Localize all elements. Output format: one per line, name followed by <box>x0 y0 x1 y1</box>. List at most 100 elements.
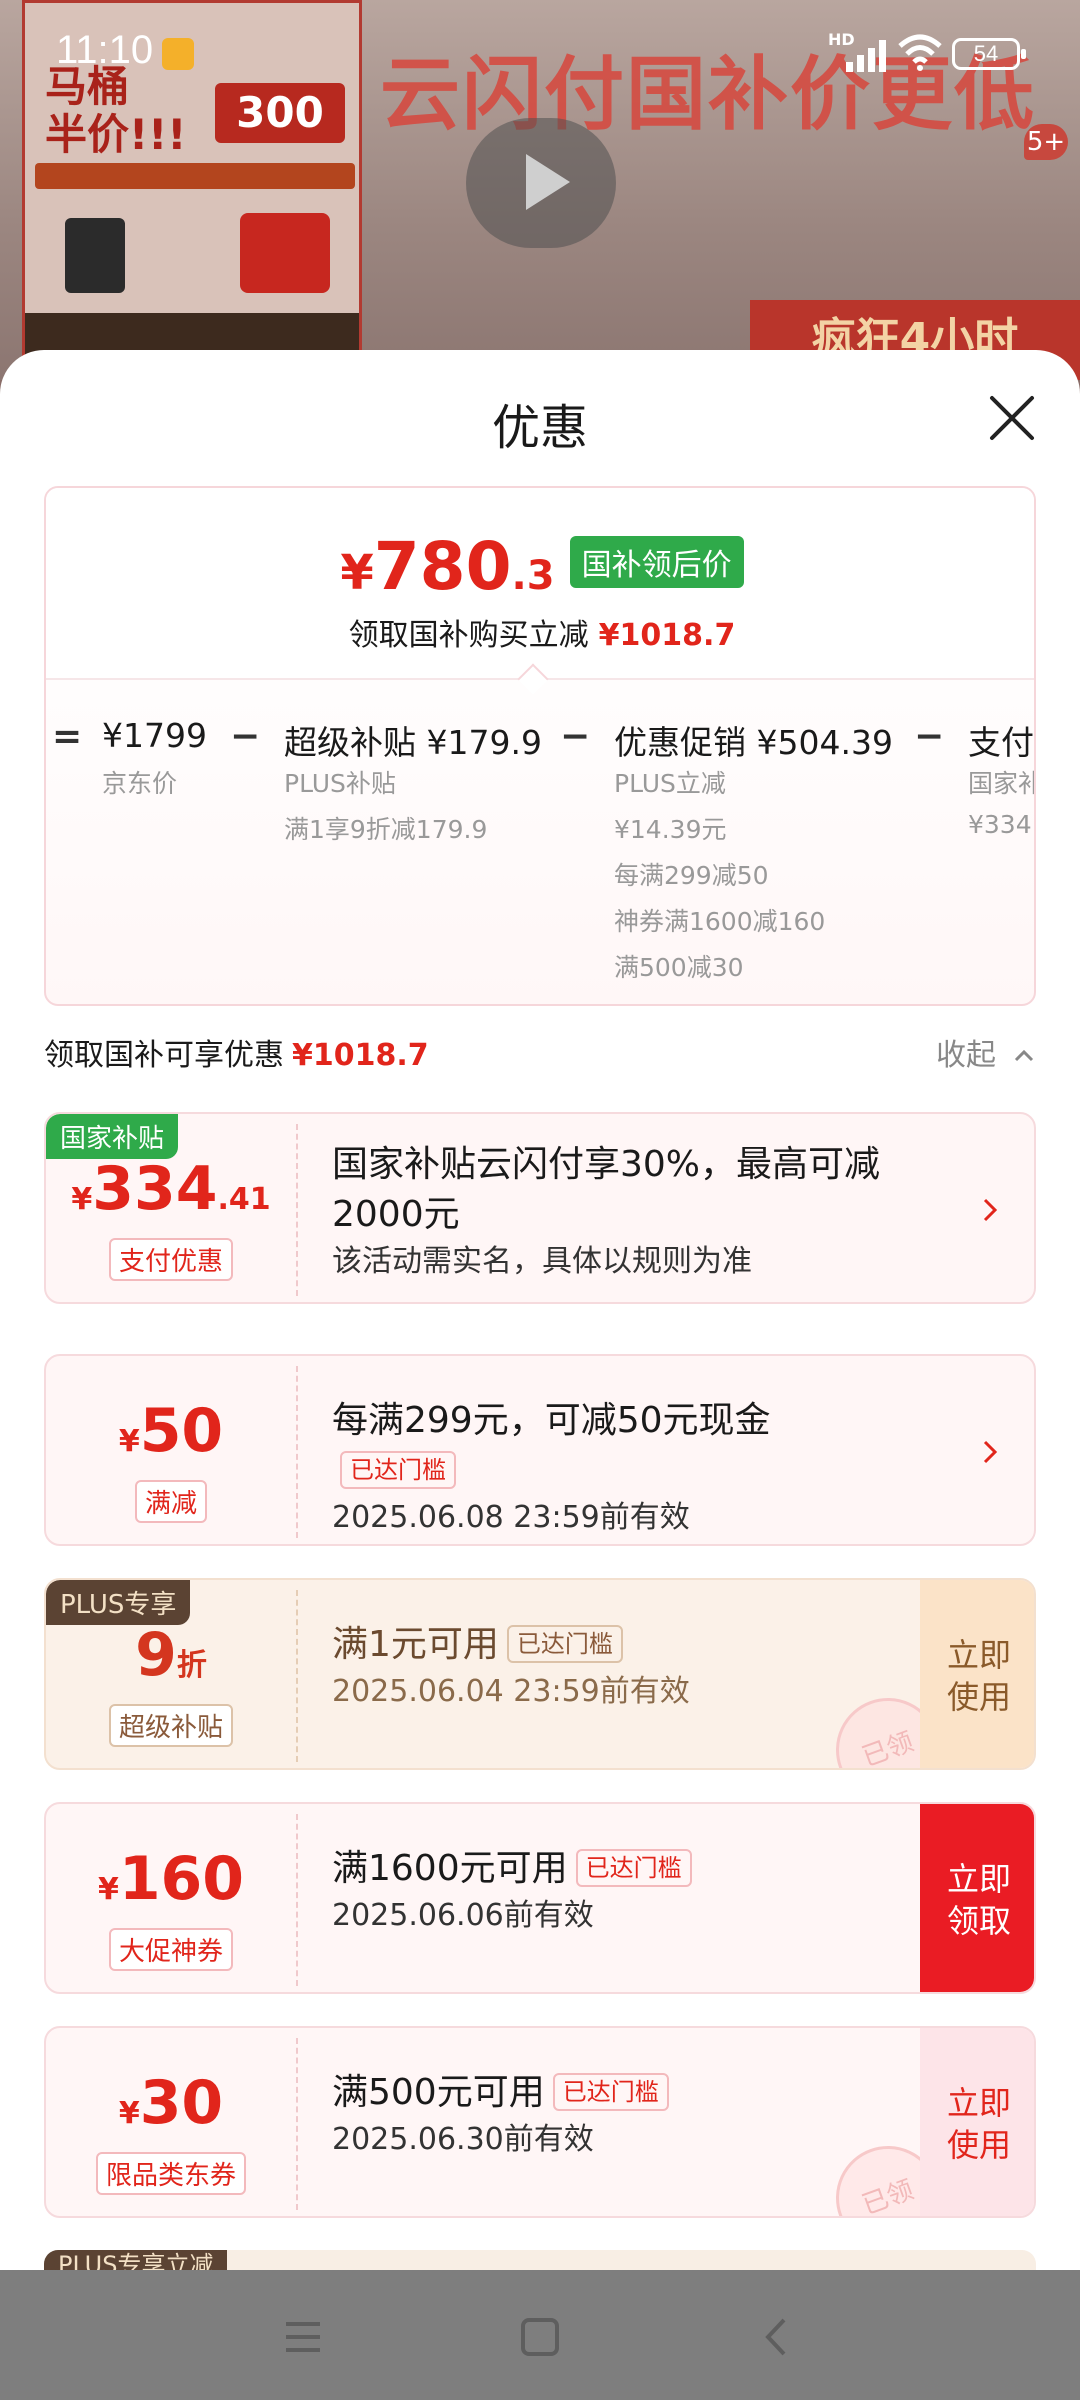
claim-now-button[interactable]: 立即领取 <box>920 1804 1034 1992</box>
discount-sheet: 优惠 ¥780.3 国补领后价 领取国补购买立减 ¥1018.7 = ¥1799 … <box>0 350 1080 2270</box>
minus-sign: − <box>560 716 591 757</box>
coupon-divider <box>296 1124 298 1296</box>
price-currency: ¥ <box>340 545 374 601</box>
promo-line: ¥14.39元 <box>614 815 727 844</box>
threshold-reached-tag: 已达门槛 <box>552 2073 669 2111</box>
coupon-title: 满1600元可用 已达门槛 <box>332 1844 892 1894</box>
coupon-validity: 2025.06.06前有效 <box>332 1898 594 1933</box>
gift-image <box>240 213 330 293</box>
use-now-button[interactable]: 立即使用 <box>920 2028 1034 2216</box>
price-breakdown[interactable]: = ¥1799 京东价 − 超级补贴 ¥179.9 PLUS补贴 满1享9折减1… <box>46 716 1036 996</box>
price-saving: 领取国补购买立减 ¥1018.7 <box>46 610 1034 654</box>
coupon-amount: 9折 <box>135 1620 207 1690</box>
coupon-validity: 2025.06.04 23:59前有效 <box>332 1674 690 1709</box>
collapse-button[interactable]: 收起 <box>936 1030 996 1074</box>
subsidy-section-title: 领取国补可享优惠 ¥1018.7 <box>44 1030 429 1074</box>
coupon-info: 国家补贴云闪付享30%，最高可减2000元 该活动需实名，具体以规则为准 <box>332 1140 892 1284</box>
coupon-mega-sale[interactable]: ¥160 大促神券 满1600元可用 已达门槛 2025.06.06前有效 立即领… <box>44 1802 1036 1994</box>
coupon-type-chip: 满减 <box>134 1480 207 1523</box>
coupon-title: 每满299元，可减50元现金已达门槛 <box>332 1396 892 1496</box>
coupon-divider <box>296 1590 298 1762</box>
saving-amount: ¥1018.7 <box>598 618 736 653</box>
coupon-divider <box>296 2038 298 2210</box>
battery-icon: 54 <box>952 38 1026 70</box>
phone-image <box>65 218 125 293</box>
coupon-title: 满1元可用 已达门槛 <box>332 1620 892 1670</box>
play-icon[interactable] <box>466 118 616 248</box>
coupon-type-chip: 支付优惠 <box>108 1238 233 1281</box>
threshold-reached-tag: 已达门槛 <box>340 1451 456 1489</box>
minus-sign: − <box>230 716 261 757</box>
signal-icon <box>846 40 886 72</box>
price-decimal: .3 <box>511 553 555 599</box>
coupon-type-chip: 超级补贴 <box>108 1704 233 1747</box>
minus-sign: − <box>914 716 945 757</box>
threshold-reached-tag: 已达门槛 <box>575 1849 692 1887</box>
coupon-type-chip: 大促神券 <box>108 1928 233 1971</box>
system-nav-bar <box>0 2270 1080 2400</box>
back-icon[interactable] <box>752 2312 802 2362</box>
coupon-info: 满1元可用 已达门槛 2025.06.04 23:59前有效 <box>332 1620 892 1714</box>
equals-sign: = <box>52 716 83 757</box>
use-now-button[interactable]: 立即使用 <box>920 1580 1034 1768</box>
coupon-value: ¥30 限品类东券 <box>46 2028 296 2216</box>
sheet-title: 优惠 <box>491 400 588 456</box>
pay-line: ¥334. <box>968 810 1036 839</box>
saving-label: 领取国补购买立减 <box>348 618 589 653</box>
coupon-validity: 2025.06.08 23:59前有效 <box>332 1500 690 1535</box>
section-label: 领取国补可享优惠 <box>44 1038 284 1073</box>
pay-line: 国家补 <box>968 769 1036 798</box>
coupon-divider <box>296 1814 298 1986</box>
jd-price: ¥1799 <box>102 716 207 755</box>
coupon-corner-tag: PLUS专享 <box>46 1580 191 1625</box>
final-price: ¥780.3 国补领后价 <box>46 528 1034 605</box>
coupon-title: 满500元可用 已达门槛 <box>332 2068 892 2118</box>
poster-strip <box>35 163 355 189</box>
promo-title: 优惠促销 ¥504.39 <box>614 723 893 762</box>
chevron-right-icon[interactable] <box>978 1436 1002 1468</box>
status-bar: 11:10 HD 54 <box>0 0 1080 110</box>
promo-line: PLUS立减 <box>614 769 726 798</box>
coupon-amount: ¥334.41 <box>71 1154 271 1224</box>
coupon-value: ¥50 满减 <box>46 1356 296 1544</box>
coupon-category[interactable]: ¥30 限品类东券 满500元可用 已达门槛 2025.06.30前有效 已领 立… <box>44 2026 1036 2218</box>
promo-line: 满500减30 <box>614 953 744 982</box>
section-amount: ¥1018.7 <box>292 1038 429 1073</box>
promo-line: 每满299减50 <box>614 861 769 890</box>
chevron-right-icon[interactable] <box>978 1194 1002 1226</box>
coupon-corner-tag: 国家补贴 <box>46 1114 179 1159</box>
super-subsidy-line: PLUS补贴 <box>284 769 396 798</box>
coupon-title: 国家补贴云闪付享30%，最高可减2000元 <box>332 1144 881 1235</box>
coupon-amount: ¥160 <box>97 1844 245 1914</box>
status-time: 11:10 <box>56 28 154 72</box>
threshold-reached-tag: 已达门槛 <box>506 1625 623 1663</box>
home-icon[interactable] <box>515 2312 565 2362</box>
price-integer: 780 <box>373 528 512 605</box>
coupon-national-subsidy[interactable]: ¥334.41 支付优惠 国家补贴 国家补贴云闪付享30%，最高可减2000元 … <box>44 1112 1036 1304</box>
image-count-badge: 5+ <box>1024 124 1068 160</box>
coupon-full-reduction[interactable]: ¥50 满减 每满299元，可减50元现金已达门槛 2025.06.08 23:… <box>44 1354 1036 1546</box>
menu-icon[interactable] <box>278 2312 328 2362</box>
price-summary-card: ¥780.3 国补领后价 领取国补购买立减 ¥1018.7 = ¥1799 京东价… <box>44 486 1036 1006</box>
coupon-type-chip: 限品类东券 <box>95 2152 246 2195</box>
coupon-info: 满500元可用 已达门槛 2025.06.30前有效 <box>332 2068 892 2162</box>
super-subsidy-line: 满1享9折减179.9 <box>284 815 488 844</box>
chevron-up-icon[interactable] <box>1012 1044 1036 1068</box>
coupon-subtitle: 该活动需实名，具体以规则为准 <box>332 1244 752 1279</box>
promo-line: 神券满1600减160 <box>614 907 826 936</box>
subsidy-price-tag: 国补领后价 <box>569 536 744 588</box>
close-icon[interactable] <box>984 390 1040 446</box>
coupon-validity: 2025.06.30前有效 <box>332 2122 594 2157</box>
coupon-amount: ¥30 <box>118 2068 224 2138</box>
super-subsidy-title: 超级补贴 ¥179.9 <box>284 723 542 762</box>
notification-app-icon <box>162 38 194 70</box>
coupon-info: 每满299元，可减50元现金已达门槛 2025.06.08 23:59前有效 <box>332 1396 892 1540</box>
coupon-amount: ¥50 <box>118 1396 224 1466</box>
wifi-icon <box>898 34 942 71</box>
coupon-value: ¥160 大促神券 <box>46 1804 296 1992</box>
coupon-divider <box>296 1366 298 1538</box>
jd-price-label: 京东价 <box>102 769 178 798</box>
coupon-info: 满1600元可用 已达门槛 2025.06.06前有效 <box>332 1844 892 1938</box>
coupon-plus-exclusive[interactable]: 9折 超级补贴 PLUS专享 满1元可用 已达门槛 2025.06.04 23:5… <box>44 1578 1036 1770</box>
pay-title: 支付 <box>968 723 1034 762</box>
